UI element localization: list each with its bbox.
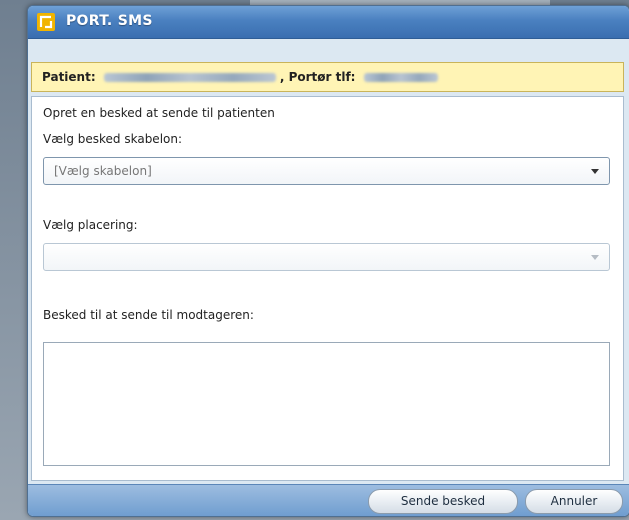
dialog-title: PORT. SMS	[66, 13, 153, 29]
dialog-titlebar[interactable]: PORT. SMS	[28, 6, 629, 39]
patient-label: Patient:	[42, 70, 96, 84]
chevron-down-icon[interactable]	[591, 255, 599, 260]
message-textarea[interactable]	[43, 342, 610, 466]
form-panel: Opret en besked at sende til patienten V…	[31, 96, 624, 481]
redacted-phone-number	[363, 73, 438, 82]
redacted-patient-name	[103, 73, 276, 82]
patient-info-bar: Patient: , Portør tlf:	[31, 62, 624, 92]
template-select[interactable]: [Vælg skabelon]	[43, 157, 610, 185]
template-select-value: [Vælg skabelon]	[54, 164, 152, 178]
app-logo-icon	[37, 13, 55, 31]
cancel-button[interactable]: Annuler	[525, 489, 623, 514]
placement-label: Vælg placering:	[43, 218, 138, 232]
template-label: Vælg besked skabelon:	[43, 132, 183, 146]
dialog-footer: Sende besked Annuler	[28, 484, 629, 516]
porter-phone-label: , Portør tlf:	[279, 70, 356, 84]
chevron-down-icon[interactable]	[591, 169, 599, 174]
port-sms-dialog: PORT. SMS Patient: , Portør tlf: Opret e…	[27, 5, 629, 517]
send-message-button[interactable]: Sende besked	[368, 489, 518, 514]
placement-select[interactable]	[43, 243, 610, 271]
message-label: Besked til at sende til modtageren:	[43, 308, 254, 322]
intro-text: Opret en besked at sende til patienten	[43, 106, 275, 120]
